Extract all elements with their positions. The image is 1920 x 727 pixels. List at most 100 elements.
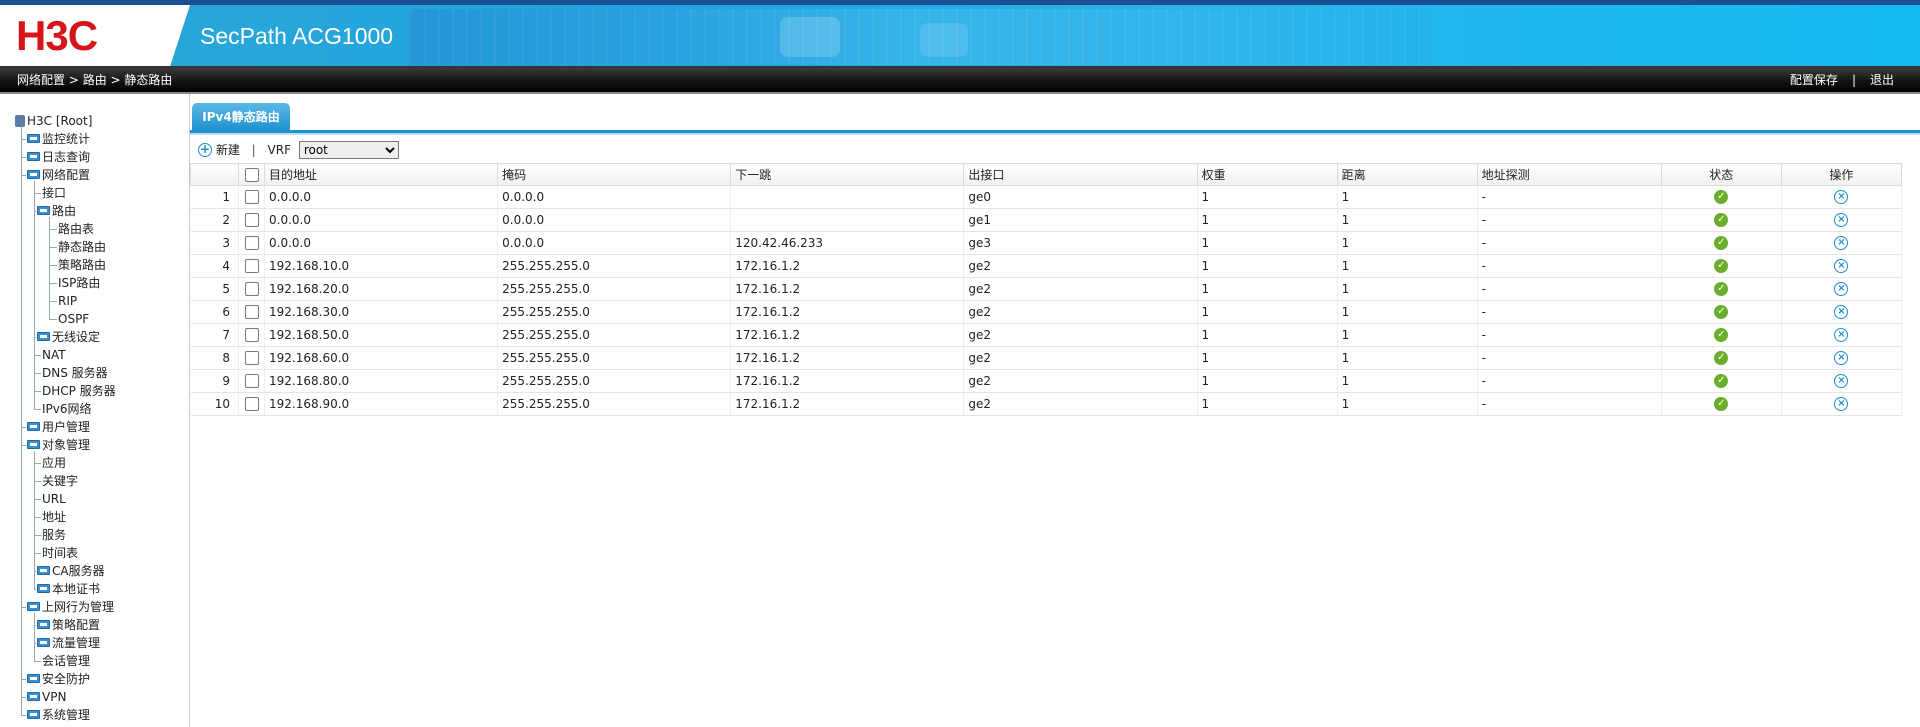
delete-circle-icon[interactable]: × (1834, 397, 1849, 412)
table-row[interactable]: 5 192.168.20.0 255.255.255.0 172.16.1.2 ge2 1… (190, 277, 1903, 301)
row-checkbox[interactable] (244, 328, 259, 343)
sidebar-item[interactable]: 路由表 (58, 220, 94, 238)
row-checkbox[interactable] (244, 190, 259, 205)
delete-circle-icon[interactable]: × (1834, 282, 1849, 297)
delete-circle-icon[interactable]: × (1834, 374, 1849, 389)
sidebar-item[interactable]: 时间表 (42, 544, 78, 562)
sidebar-item[interactable]: 系统管理 (27, 706, 90, 724)
sidebar-item[interactable]: URL (42, 490, 66, 508)
sidebar-item[interactable]: OSPF (58, 310, 89, 328)
table-row[interactable]: 4 192.168.10.0 255.255.255.0 172.16.1.2 ge2 1… (190, 254, 1903, 278)
sidebar-item[interactable]: 策略路由 (58, 256, 106, 274)
col-weight[interactable]: 权重 (1196, 163, 1338, 186)
delete-circle-icon[interactable]: × (1834, 213, 1849, 228)
folder-icon (27, 134, 40, 143)
col-dest[interactable]: 目的地址 (264, 163, 499, 186)
sidebar-item[interactable]: 上网行为管理 (27, 598, 114, 616)
cell-nexthop: 172.16.1.2 (730, 323, 965, 347)
sidebar-item[interactable]: CA服务器 (37, 562, 105, 580)
sidebar-item[interactable]: 流量管理 (37, 634, 100, 652)
cell-weight: 1 (1197, 346, 1338, 370)
vrf-label: VRF (267, 143, 291, 157)
sidebar-item[interactable]: 策略配置 (37, 616, 100, 634)
sidebar-item[interactable]: 网络配置 (27, 166, 90, 184)
sidebar-item[interactable]: 无线设定 (37, 328, 100, 346)
delete-circle-icon[interactable]: × (1834, 305, 1849, 320)
cell-iface: ge2 (963, 254, 1198, 278)
row-number: 7 (190, 323, 240, 347)
sidebar-item[interactable]: 服务 (42, 526, 66, 544)
sidebar-item[interactable]: 安全防护 (27, 670, 90, 688)
cell-iface: ge2 (963, 369, 1198, 393)
table-row[interactable]: 6 192.168.30.0 255.255.255.0 172.16.1.2 ge2 1… (190, 300, 1903, 324)
sidebar-item[interactable]: 监控统计 (27, 130, 90, 148)
row-number: 2 (190, 208, 240, 232)
toolbar: + 新建 | VRF root (198, 138, 399, 162)
table-row[interactable]: 10 192.168.90.0 255.255.255.0 172.16.1.2 ge2… (190, 392, 1903, 416)
tab-ipv4-static-route[interactable]: IPv4静态路由 (192, 103, 290, 131)
delete-circle-icon[interactable]: × (1834, 190, 1849, 205)
sidebar-item[interactable]: 会话管理 (42, 652, 90, 670)
table-row[interactable]: 8 192.168.60.0 255.255.255.0 172.16.1.2 ge2 1… (190, 346, 1903, 370)
delete-circle-icon[interactable]: × (1834, 259, 1849, 274)
device-icon (15, 114, 25, 127)
col-distance[interactable]: 距离 (1336, 163, 1478, 186)
sidebar-item[interactable]: 日志查询 (27, 148, 90, 166)
sidebar-item[interactable]: ISP路由 (58, 274, 100, 292)
check-circle-icon: ✓ (1714, 213, 1729, 228)
delete-circle-icon[interactable]: × (1834, 236, 1849, 251)
new-button[interactable]: + 新建 (198, 141, 244, 157)
sidebar-item[interactable]: 地址 (42, 508, 66, 526)
cell-nexthop: 172.16.1.2 (730, 300, 965, 324)
check-circle-icon: ✓ (1714, 351, 1729, 366)
row-checkbox[interactable] (244, 397, 259, 412)
row-checkbox[interactable] (244, 282, 259, 297)
sidebar-item[interactable]: VPN (27, 688, 66, 706)
table-row[interactable]: 2 0.0.0.0 0.0.0.0 ge1 1 1- ✓ × (190, 208, 1903, 232)
sidebar-item[interactable]: 关键字 (42, 472, 78, 490)
sidebar-item[interactable]: NAT (42, 346, 66, 364)
check-circle-icon: ✓ (1714, 374, 1729, 389)
row-checkbox[interactable] (244, 259, 259, 274)
vrf-select[interactable]: root (298, 140, 399, 159)
sidebar-item[interactable]: 接口 (42, 184, 66, 202)
sidebar-item[interactable]: DHCP 服务器 (42, 382, 116, 400)
sidebar-item[interactable]: 用户管理 (27, 418, 90, 436)
col-action: 操作 (1780, 163, 1903, 186)
table-row[interactable]: 7 192.168.50.0 255.255.255.0 172.16.1.2 ge2 1… (190, 323, 1903, 347)
delete-circle-icon[interactable]: × (1834, 328, 1849, 343)
table-row[interactable]: 3 0.0.0.0 0.0.0.0 120.42.46.233 ge3 1 1- ✓ × (190, 231, 1903, 255)
col-interface[interactable]: 出接口 (963, 163, 1198, 186)
row-number: 3 (190, 231, 240, 255)
sidebar-item[interactable]: 本地证书 (37, 580, 100, 598)
sidebar-item[interactable]: 对象管理 (27, 436, 90, 454)
sidebar-item[interactable]: 应用 (42, 454, 66, 472)
select-all-checkbox[interactable] (244, 167, 259, 182)
table-row[interactable]: 9 192.168.80.0 255.255.255.0 172.16.1.2 ge2 1… (190, 369, 1903, 393)
col-probe[interactable]: 地址探测 (1476, 163, 1662, 186)
row-checkbox[interactable] (244, 213, 259, 228)
sidebar-item[interactable]: RIP (58, 292, 77, 310)
delete-circle-icon[interactable]: × (1834, 351, 1849, 366)
check-circle-icon: ✓ (1714, 397, 1729, 412)
row-checkbox[interactable] (244, 305, 259, 320)
sidebar-item[interactable]: 路由 (37, 202, 76, 220)
row-checkbox[interactable] (244, 351, 259, 366)
sidebar-item[interactable]: DNS 服务器 (42, 364, 108, 382)
col-mask[interactable]: 掩码 (497, 163, 732, 186)
row-checkbox[interactable] (244, 374, 259, 389)
col-nexthop[interactable]: 下一跳 (730, 163, 965, 186)
tree-root[interactable]: H3C [Root] (15, 112, 92, 130)
row-checkbox[interactable] (244, 236, 259, 251)
save-config-link[interactable]: 配置保存 (1790, 73, 1838, 87)
sidebar-item[interactable]: 静态路由 (58, 238, 106, 256)
cell-weight: 1 (1197, 392, 1338, 416)
cell-mask: 255.255.255.0 (497, 277, 732, 301)
breadcrumb-item[interactable]: 网络配置 (17, 73, 65, 87)
table-row[interactable]: 1 0.0.0.0 0.0.0.0 ge0 1 1- ✓ × (190, 185, 1903, 209)
sidebar-item[interactable]: IPv6网络 (42, 400, 92, 418)
breadcrumb-item[interactable]: 路由 (83, 73, 107, 87)
logout-link[interactable]: 退出 (1870, 73, 1894, 87)
plus-icon: + (198, 141, 212, 157)
check-circle-icon: ✓ (1714, 190, 1729, 205)
